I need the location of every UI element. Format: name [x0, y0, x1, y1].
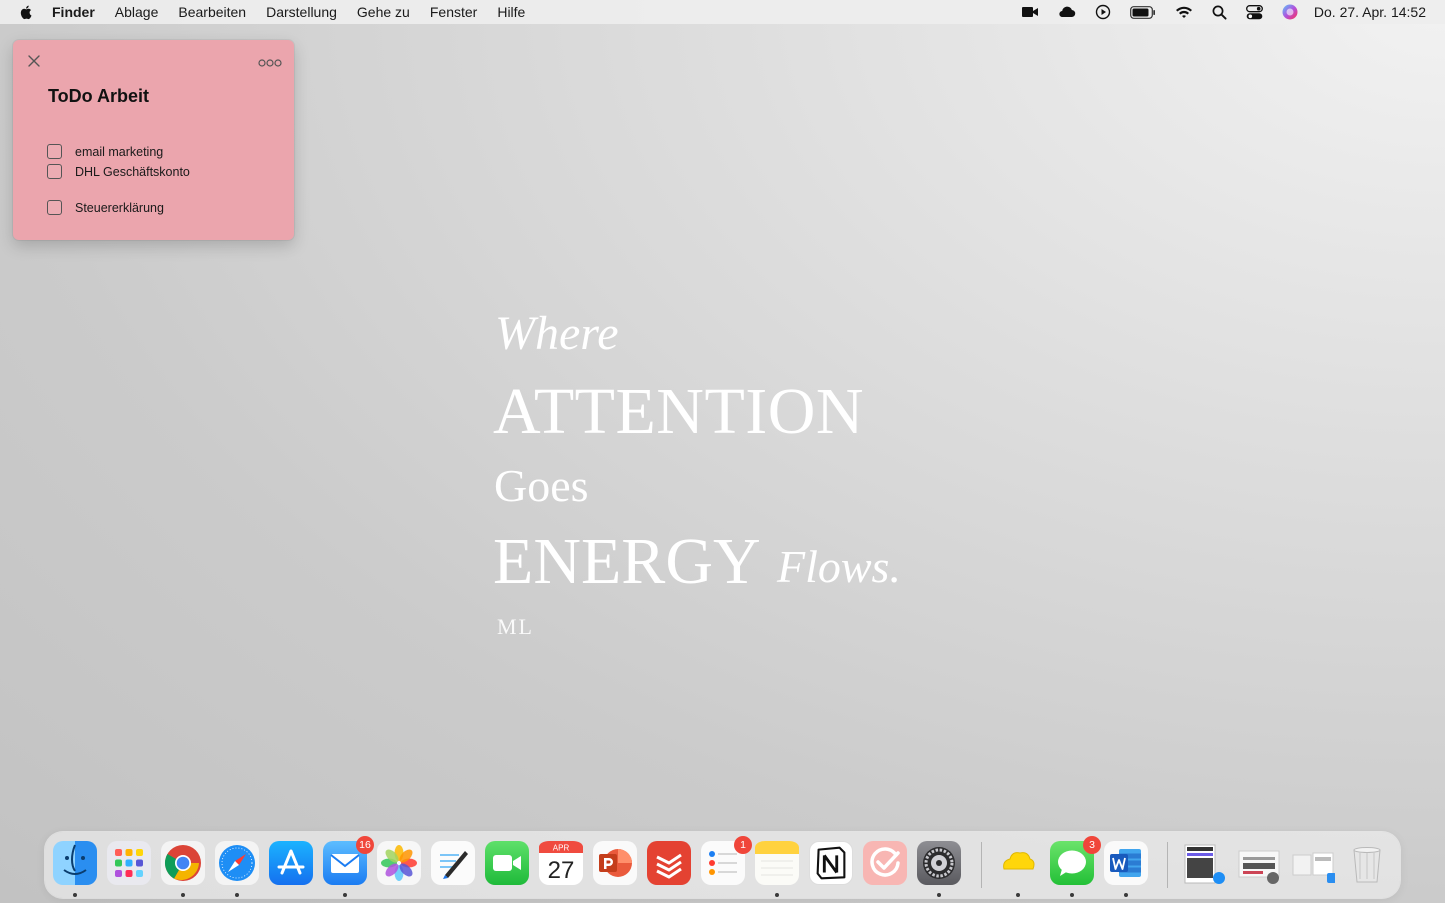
menu-bearbeiten[interactable]: Bearbeiten [178, 4, 246, 20]
apple-menu-icon[interactable] [18, 4, 34, 20]
wallpaper-quote-energy: ENERGY [493, 525, 761, 598]
dock-separator [981, 842, 982, 888]
dock-app-todoist[interactable] [647, 841, 691, 885]
dock-app-notes[interactable] [755, 841, 799, 897]
dock-app-messages[interactable]: 3 [1050, 836, 1101, 897]
wallpaper-signature: ML [497, 614, 534, 639]
notification-badge: 16 [356, 836, 374, 854]
dock-app-calendar[interactable]: APR 27 [539, 841, 583, 885]
menu-gehe-zu[interactable]: Gehe zu [357, 4, 410, 20]
dock-app-word[interactable] [1104, 841, 1148, 897]
todo-item: Steuererklärung [47, 200, 164, 215]
menu-ablage[interactable]: Ablage [115, 4, 159, 20]
dock-app-photos[interactable] [377, 841, 421, 885]
notification-badge: 1 [734, 836, 752, 854]
dock-app-ticktick[interactable] [863, 841, 907, 885]
running-indicator [73, 893, 77, 897]
status-area: Do. 27. Apr. 14:52 [1002, 0, 1445, 24]
running-indicator [1016, 893, 1020, 897]
dock-app-safari[interactable] [215, 841, 259, 897]
calendar-day: 27 [548, 857, 575, 884]
search-icon[interactable] [1212, 0, 1227, 24]
dock-app-finder[interactable] [53, 841, 97, 897]
wifi-icon[interactable] [1175, 0, 1193, 24]
dock-separator [1167, 842, 1168, 888]
dock-window-thumbnail[interactable] [1237, 841, 1281, 885]
menu-hilfe[interactable]: Hilfe [497, 4, 525, 20]
todo-label: Steuererklärung [75, 200, 164, 215]
dock-app-notion[interactable] [809, 841, 853, 885]
todo-item: email marketing [47, 144, 163, 159]
dock-window-thumbnail[interactable] [1291, 841, 1336, 885]
dock: 16 APR 27 1 3 [45, 832, 1400, 898]
dock-app-trash[interactable] [1345, 841, 1389, 885]
more-options-icon[interactable] [258, 55, 282, 67]
running-indicator [1124, 893, 1128, 897]
menubar-clock[interactable]: Do. 27. Apr. 14:52 [1314, 4, 1426, 20]
note-title: ToDo Arbeit [48, 86, 149, 106]
todo-checkbox[interactable] [47, 164, 62, 179]
notification-badge: 3 [1083, 836, 1101, 854]
running-indicator [343, 893, 347, 897]
wallpaper-quote-attention: ATTENTION [493, 375, 865, 448]
wallpaper-quote-where: Where [495, 307, 619, 360]
dock-window-thumbnail[interactable] [1183, 841, 1227, 885]
todo-checkbox[interactable] [47, 144, 62, 159]
dock-app-chrome[interactable] [161, 841, 205, 897]
dock-app-launchpad[interactable] [107, 841, 151, 885]
dock-app-stickies[interactable] [996, 841, 1040, 897]
dock-app-powerpoint[interactable] [593, 841, 637, 885]
dock-app-system-settings[interactable] [917, 841, 961, 897]
running-indicator [1070, 893, 1074, 897]
sticky-note-window[interactable]: ToDo Arbeit email marketing DHL Geschäft… [13, 40, 294, 240]
todo-label: email marketing [75, 144, 164, 159]
todo-item: DHL Geschäftskonto [47, 164, 190, 179]
dock-app-reminders[interactable]: 1 [701, 836, 752, 885]
close-icon[interactable] [27, 54, 41, 68]
wallpaper-quote-flows: Flows. [777, 541, 901, 592]
menu-fenster[interactable]: Fenster [430, 4, 477, 20]
dock-app-freeform[interactable] [431, 841, 475, 885]
calendar-month: APR [553, 844, 570, 853]
menu-app-name[interactable]: Finder [52, 4, 95, 20]
running-indicator [775, 893, 779, 897]
cloud-icon[interactable] [1058, 0, 1076, 24]
dock-app-mail[interactable]: 16 [323, 836, 374, 897]
dock-app-app-store[interactable] [269, 841, 313, 885]
todo-checkbox[interactable] [47, 200, 62, 215]
siri-icon[interactable] [1282, 0, 1298, 24]
running-indicator [235, 893, 239, 897]
battery-icon[interactable] [1130, 0, 1156, 24]
wallpaper-quote-goes: Goes [494, 460, 589, 511]
todo-label: DHL Geschäftskonto [75, 164, 190, 179]
running-indicator [937, 893, 941, 897]
dock-app-facetime[interactable] [485, 841, 529, 885]
play-icon[interactable] [1095, 0, 1111, 24]
menu-bar: Finder Ablage Bearbeiten Darstellung Geh… [0, 0, 1445, 24]
camera-icon[interactable] [1021, 0, 1039, 24]
control-center-icon[interactable] [1245, 0, 1263, 24]
running-indicator [181, 893, 185, 897]
menu-darstellung[interactable]: Darstellung [266, 4, 337, 20]
